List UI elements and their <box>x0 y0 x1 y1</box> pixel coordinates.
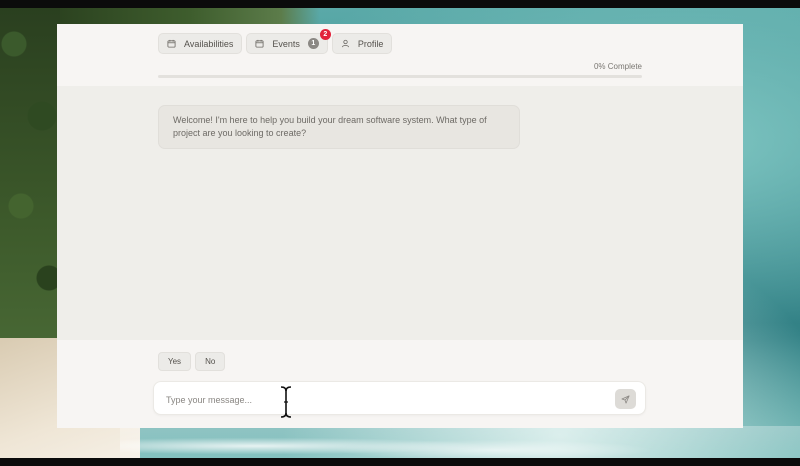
quick-reply-no[interactable]: No <box>195 352 226 371</box>
quick-replies: Yes No <box>158 352 226 371</box>
tab-events[interactable]: Events 1 2 <box>246 29 331 54</box>
calendar-icon <box>255 39 264 48</box>
calendar-icon <box>167 39 176 48</box>
tab-availabilities[interactable]: Availabilities <box>158 33 243 54</box>
assistant-message: Welcome! I'm here to help you build your… <box>158 105 520 149</box>
send-button[interactable] <box>615 389 636 409</box>
app-window: Availabilities Events 1 2 Profile 0% Com… <box>57 24 743 428</box>
tab-label: Events <box>272 38 300 49</box>
header: Availabilities Events 1 2 Profile 0% Com… <box>57 24 743 86</box>
composer-area: Yes No <box>57 340 743 428</box>
tab-label: Availabilities <box>184 38 234 49</box>
tab-bar: Availabilities Events 1 2 Profile <box>158 29 393 54</box>
send-icon <box>621 394 630 404</box>
message-input[interactable] <box>164 391 598 409</box>
progress-label: 0% Complete <box>593 62 642 71</box>
events-count-badge: 1 <box>307 38 319 49</box>
surf-image <box>120 426 800 458</box>
message-composer <box>153 381 646 415</box>
tab-label: Profile <box>357 38 384 49</box>
tab-profile[interactable]: Profile <box>331 33 393 54</box>
text-cursor-icon <box>280 386 292 418</box>
progress-bar <box>158 75 642 78</box>
notification-badge: 2 <box>319 29 331 40</box>
chat-messages: Welcome! I'm here to help you build your… <box>57 86 743 340</box>
quick-reply-yes[interactable]: Yes <box>158 352 192 371</box>
user-icon <box>341 39 349 48</box>
